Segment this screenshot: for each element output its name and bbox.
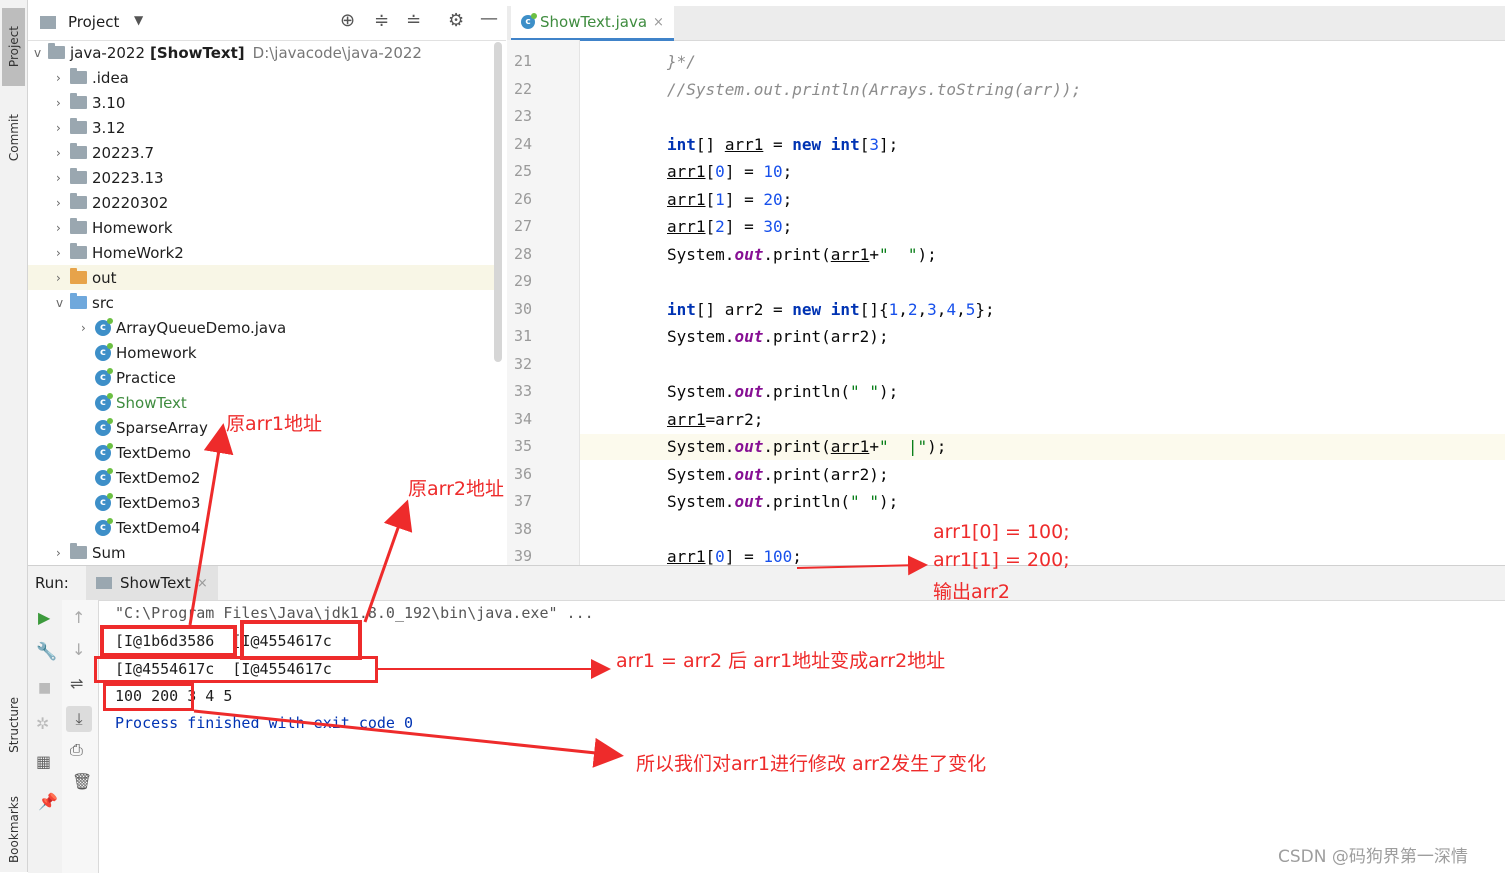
watermark: CSDN @码狗界第一深情 [1278, 847, 1468, 867]
annotation-after-assign: arr1 = arr2 后 arr1地址变成arr2地址 [616, 650, 946, 672]
annotation-orig-arr2: 原arr2地址 [408, 478, 505, 500]
annotation-assign-1: arr1[0] = 100; [933, 521, 1070, 543]
annotation-orig-arr1: 原arr1地址 [226, 413, 323, 435]
annotation-assign-3: 输出arr2 [933, 581, 1011, 603]
arrow-to-conclusion [193, 709, 624, 768]
arrow-to-assignments [796, 555, 928, 576]
arrow-to-orig-arr1 [188, 423, 234, 626]
annotation-assign-2: arr1[1] = 200; [933, 549, 1070, 571]
annotation-arrows [188, 423, 928, 768]
arrow-to-orig-arr2 [363, 499, 413, 623]
annotation-conclusion: 所以我们对arr1进行修改 arr2发生了变化 [636, 753, 987, 775]
